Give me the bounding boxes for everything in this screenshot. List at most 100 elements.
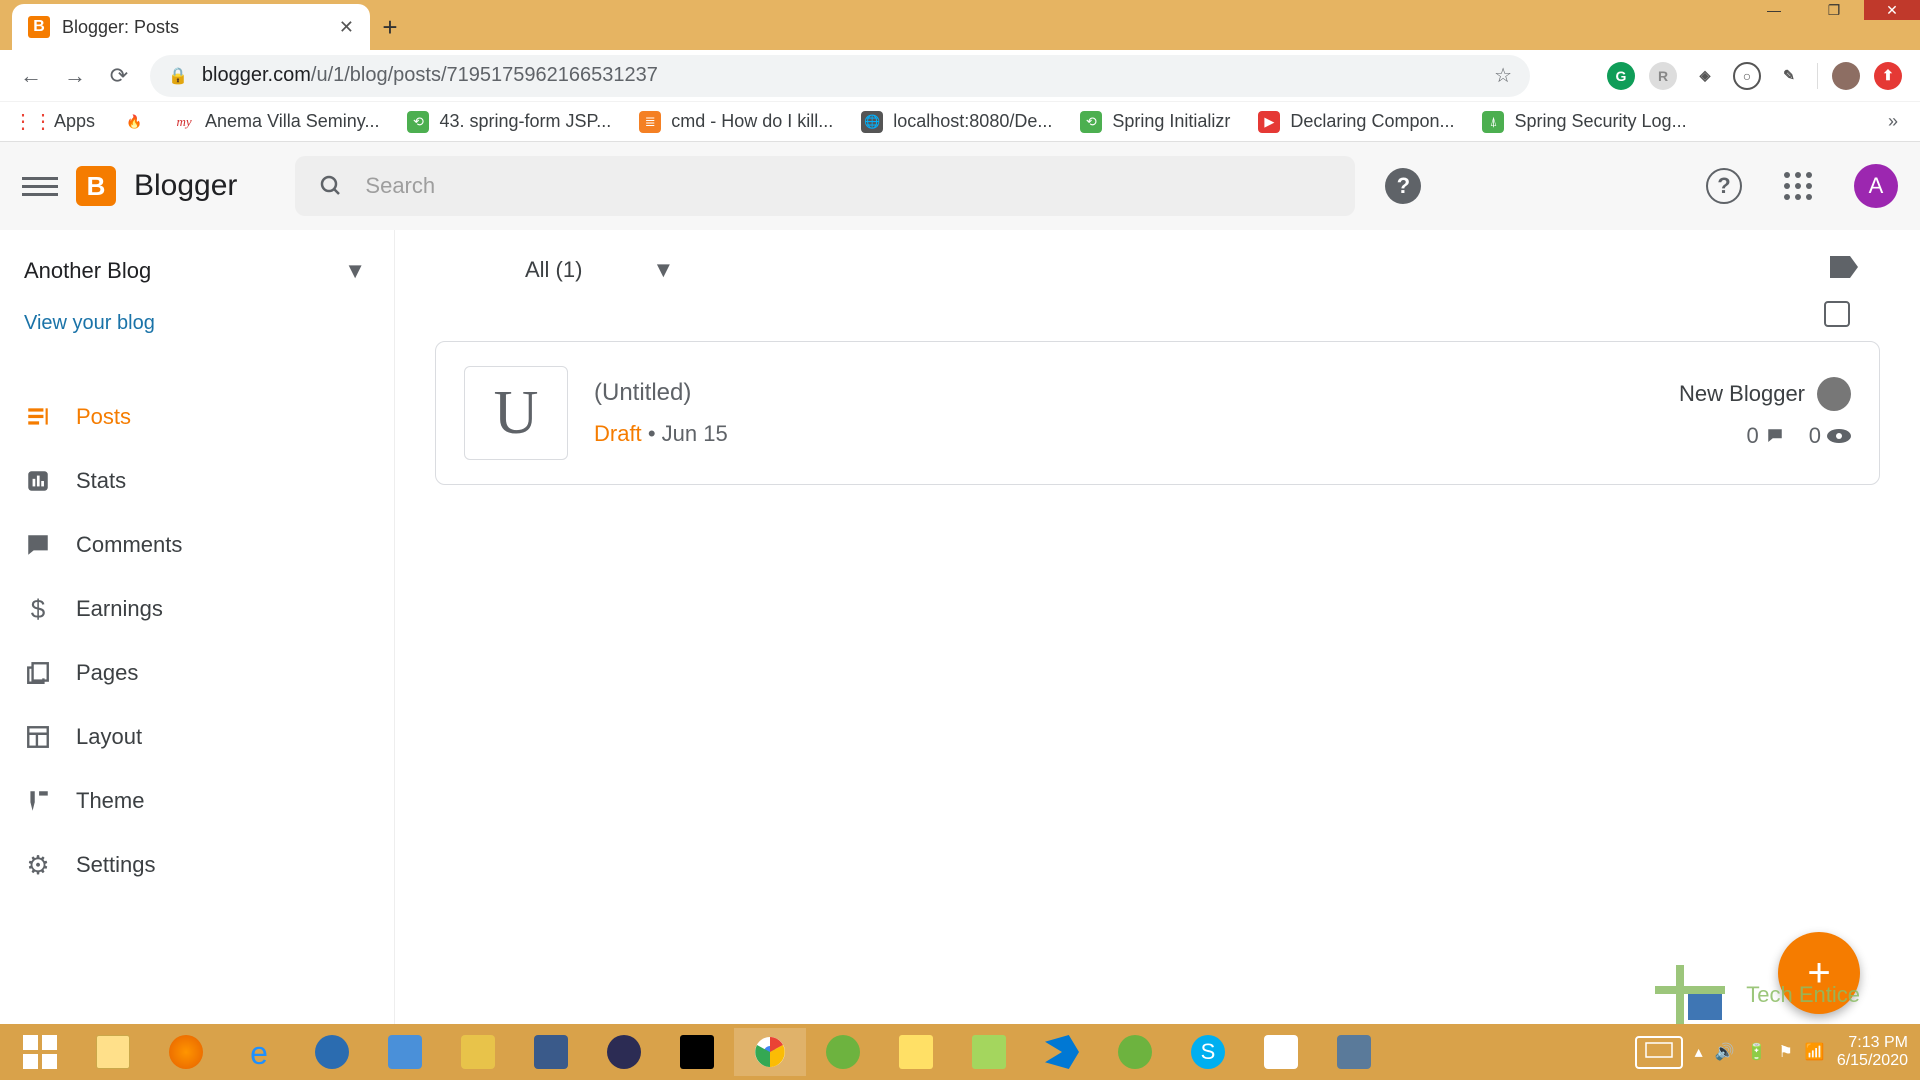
bookmark-item[interactable]: ⋮⋮Apps [22,111,95,133]
bookmark-star-icon[interactable]: ☆ [1494,63,1512,88]
google-apps-icon[interactable] [1784,172,1812,200]
sidebar-item-stats[interactable]: Stats [0,449,394,513]
bookmark-item[interactable]: ⟲43. spring-form JSP... [407,111,611,133]
profile-avatar[interactable] [1832,62,1860,90]
extension-tray: G R ◈ ○ ✎ ⬆ [1607,62,1902,90]
post-author: New Blogger [1679,377,1851,411]
sidebar-item-theme[interactable]: Theme [0,769,394,833]
close-tab-icon[interactable]: ✕ [339,17,354,38]
clock[interactable]: 7:13 PM 6/15/2020 [1837,1034,1908,1070]
post-meta: Draft • Jun 15 [594,421,728,447]
taskbar-app-ie[interactable]: e [223,1028,295,1076]
bookmark-item[interactable]: 🌐localhost:8080/De... [861,111,1052,133]
tray-chevron-icon[interactable]: ▴ [1695,1042,1703,1062]
search-icon [319,174,343,198]
bookmark-item[interactable]: ⟲Spring Initializr [1080,111,1230,133]
window-maximize-button[interactable]: ❐ [1804,0,1864,20]
menu-button[interactable] [22,168,58,204]
taskbar-app-paint[interactable] [1245,1028,1317,1076]
wifi-icon[interactable]: 📶 [1805,1042,1825,1062]
window-close-button[interactable]: ✕ [1864,0,1920,20]
url-host: blogger.com [202,64,311,87]
volume-icon[interactable]: 🔊 [1715,1042,1735,1062]
keyboard-icon[interactable] [1635,1036,1683,1069]
select-all-checkbox[interactable] [1824,301,1850,327]
bookmarks-overflow[interactable]: » [1888,111,1898,132]
taskbar-app-terminal[interactable] [661,1028,733,1076]
post-row[interactable]: U (Untitled) Draft • Jun 15 New Blogger … [435,341,1880,485]
forward-button[interactable]: → [62,63,88,89]
back-button[interactable]: ← [18,63,44,89]
bookmark-item[interactable]: ▶Declaring Compon... [1258,111,1454,133]
taskbar-app-notepadpp[interactable] [953,1028,1025,1076]
blog-selector[interactable]: Another Blog ▼ [0,248,394,294]
sidebar-item-comments[interactable]: Comments [0,513,394,577]
reload-button[interactable]: ⟳ [106,63,132,89]
brand-name: Blogger [134,169,237,203]
sidebar-item-earnings[interactable]: $ Earnings [0,577,394,641]
window-minimize-button[interactable]: — [1744,0,1804,20]
bookmark-item[interactable]: ≣cmd - How do I kill... [639,111,833,133]
view-blog-link[interactable]: View your blog [0,294,394,353]
extension-icon[interactable]: ○ [1733,62,1761,90]
taskbar-app[interactable] [369,1028,441,1076]
battery-icon[interactable]: 🔋 [1747,1042,1767,1062]
sidebar-item-layout[interactable]: Layout [0,705,394,769]
search-input[interactable]: Search [295,156,1355,216]
sidebar-item-settings[interactable]: ⚙ Settings [0,833,394,897]
sidebar-item-label: Layout [76,724,142,750]
posts-filter[interactable]: All (1) ▼ [525,257,674,283]
flag-icon[interactable]: ⚑ [1779,1042,1793,1062]
clock-date: 6/15/2020 [1837,1052,1908,1070]
blog-name: Another Blog [24,258,151,284]
bookmark-item[interactable]: ⍋Spring Security Log... [1482,111,1686,133]
taskbar-app-eclipse[interactable] [588,1028,660,1076]
filter-label: All (1) [525,257,582,283]
browser-toolbar: ← → ⟳ 🔒 blogger.com/u/1/blog/posts/71951… [0,50,1920,102]
eyedropper-icon[interactable]: ✎ [1775,62,1803,90]
search-placeholder: Search [365,173,435,199]
theme-icon [24,787,52,815]
taskbar-app-file-explorer[interactable] [77,1028,149,1076]
taskbar-app-firefox[interactable] [150,1028,222,1076]
taskbar-app-spring[interactable] [807,1028,879,1076]
taskbar-app[interactable] [1318,1028,1390,1076]
taskbar-app-notes[interactable] [880,1028,952,1076]
pages-icon [24,659,52,687]
bookmark-item[interactable]: myAnema Villa Seminy... [173,111,379,133]
layout-icon [24,723,52,751]
extension-icon[interactable]: ◈ [1691,62,1719,90]
divider [1817,63,1818,89]
taskbar-app-spring[interactable] [1099,1028,1171,1076]
sidebar-item-label: Posts [76,404,131,430]
taskbar-app-vscode[interactable] [1026,1028,1098,1076]
app-header: B Blogger Search ? ? A [0,142,1920,230]
start-button[interactable] [4,1028,76,1076]
help-icon[interactable]: ? [1385,168,1421,204]
new-tab-button[interactable]: + [370,4,410,50]
author-avatar [1817,377,1851,411]
help-icon[interactable]: ? [1706,168,1742,204]
sidebar-item-label: Stats [76,468,126,494]
taskbar-app[interactable] [442,1028,514,1076]
post-status: Draft [594,421,642,446]
bookmark-item[interactable]: 🔥 [123,111,145,133]
sidebar-item-label: Settings [76,852,156,878]
lock-icon: 🔒 [168,66,188,86]
sidebar-item-posts[interactable]: Posts [0,385,394,449]
chevron-down-icon: ▼ [344,258,366,284]
system-tray: ▴ 🔊 🔋 ⚑ 📶 7:13 PM 6/15/2020 [1635,1034,1916,1070]
extension-icon[interactable]: R [1649,62,1677,90]
taskbar-app[interactable] [515,1028,587,1076]
extension-icon[interactable]: G [1607,62,1635,90]
label-icon[interactable] [1830,256,1858,283]
sidebar-item-pages[interactable]: Pages [0,641,394,705]
browser-tab[interactable]: B Blogger: Posts ✕ [12,4,370,50]
extension-icon[interactable]: ⬆ [1874,62,1902,90]
address-bar[interactable]: 🔒 blogger.com/u/1/blog/posts/71951759621… [150,55,1530,97]
account-avatar[interactable]: A [1854,164,1898,208]
taskbar-app-skype[interactable]: S [1172,1028,1244,1076]
taskbar-app-chrome[interactable] [734,1028,806,1076]
watermark: Tech Entice [1650,960,1860,1030]
taskbar-app-thunderbird[interactable] [296,1028,368,1076]
